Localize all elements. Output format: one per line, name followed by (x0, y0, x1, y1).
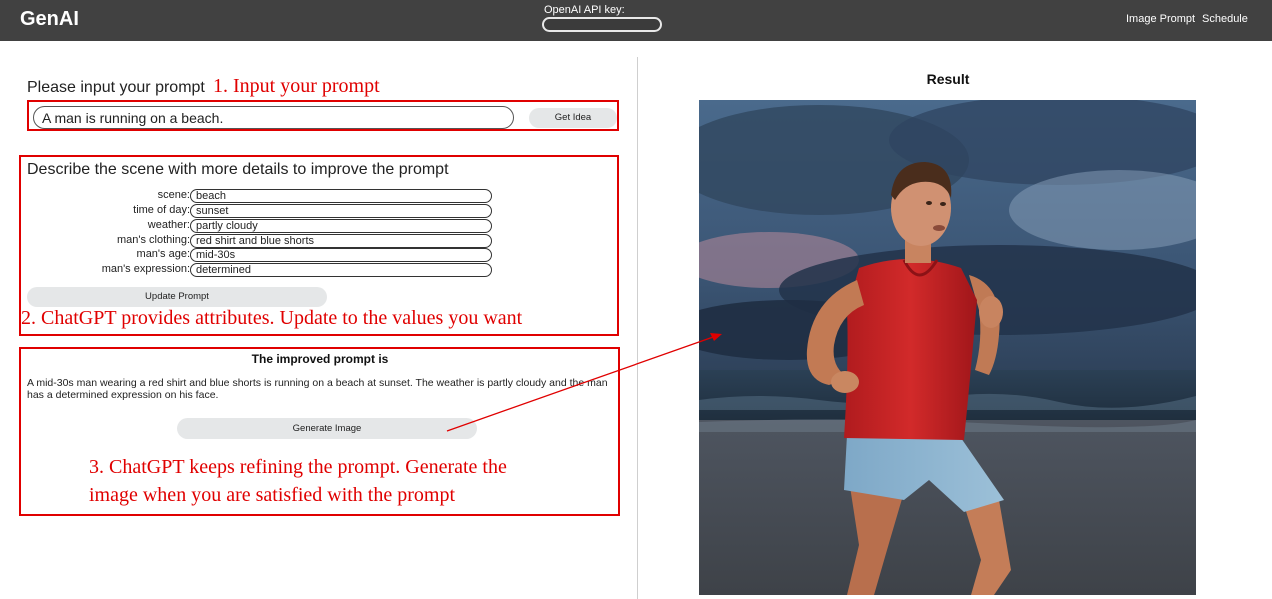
attribute-label: man's clothing: (116, 234, 190, 246)
attribute-input-time-of-day[interactable] (190, 204, 492, 218)
attribute-label: weather: (147, 219, 190, 231)
app-brand[interactable]: GenAI (20, 8, 79, 31)
prompt-input[interactable] (33, 106, 514, 129)
annotation-step-3-line-2: image when you are satisfied with the pr… (89, 484, 456, 506)
result-title: Result (926, 71, 970, 87)
top-navigation-bar: GenAI OpenAI API key: Image Prompt Sched… (0, 0, 1272, 41)
annotation-step-3-line-1: 3. ChatGPT keeps refining the prompt. Ge… (89, 456, 507, 478)
attribute-row-weather: weather: (30, 219, 500, 233)
get-idea-button[interactable]: Get Idea (529, 108, 617, 128)
attribute-row-mans-expression: man's expression: (30, 263, 500, 277)
attribute-row-time-of-day: time of day: (30, 204, 500, 218)
generated-image (699, 100, 1196, 595)
nav-image-prompt[interactable]: Image Prompt (1126, 13, 1195, 25)
api-key-label: OpenAI API key: (544, 4, 625, 16)
attribute-input-scene[interactable] (190, 189, 492, 203)
attribute-row-mans-age: man's age: (30, 248, 500, 262)
attribute-label: man's age: (136, 248, 190, 260)
prompt-label: Please input your prompt (27, 79, 205, 96)
attribute-input-mans-age[interactable] (190, 248, 492, 262)
annotation-step-1: 1. Input your prompt (213, 75, 380, 97)
details-title: Describe the scene with more details to … (27, 161, 449, 178)
attribute-label: time of day: (133, 204, 190, 216)
attribute-label: man's expression: (101, 263, 190, 275)
annotation-step-2: 2. ChatGPT provides attributes. Update t… (21, 307, 523, 329)
attribute-input-mans-expression[interactable] (190, 263, 492, 277)
nav-schedule[interactable]: Schedule (1202, 13, 1248, 25)
attribute-input-weather[interactable] (190, 219, 492, 233)
improved-prompt-text: A mid-30s man wearing a red shirt and bl… (27, 377, 608, 401)
attribute-row-mans-clothing: man's clothing: (30, 234, 500, 248)
attribute-input-mans-clothing[interactable] (190, 234, 492, 248)
api-key-input[interactable] (542, 17, 662, 32)
generate-image-button[interactable]: Generate Image (177, 418, 477, 439)
attribute-row-scene: scene: (30, 189, 500, 203)
improved-prompt-title: The improved prompt is (251, 352, 389, 366)
pane-divider (637, 57, 638, 599)
update-prompt-button[interactable]: Update Prompt (27, 287, 327, 307)
attribute-label: scene: (157, 189, 190, 201)
